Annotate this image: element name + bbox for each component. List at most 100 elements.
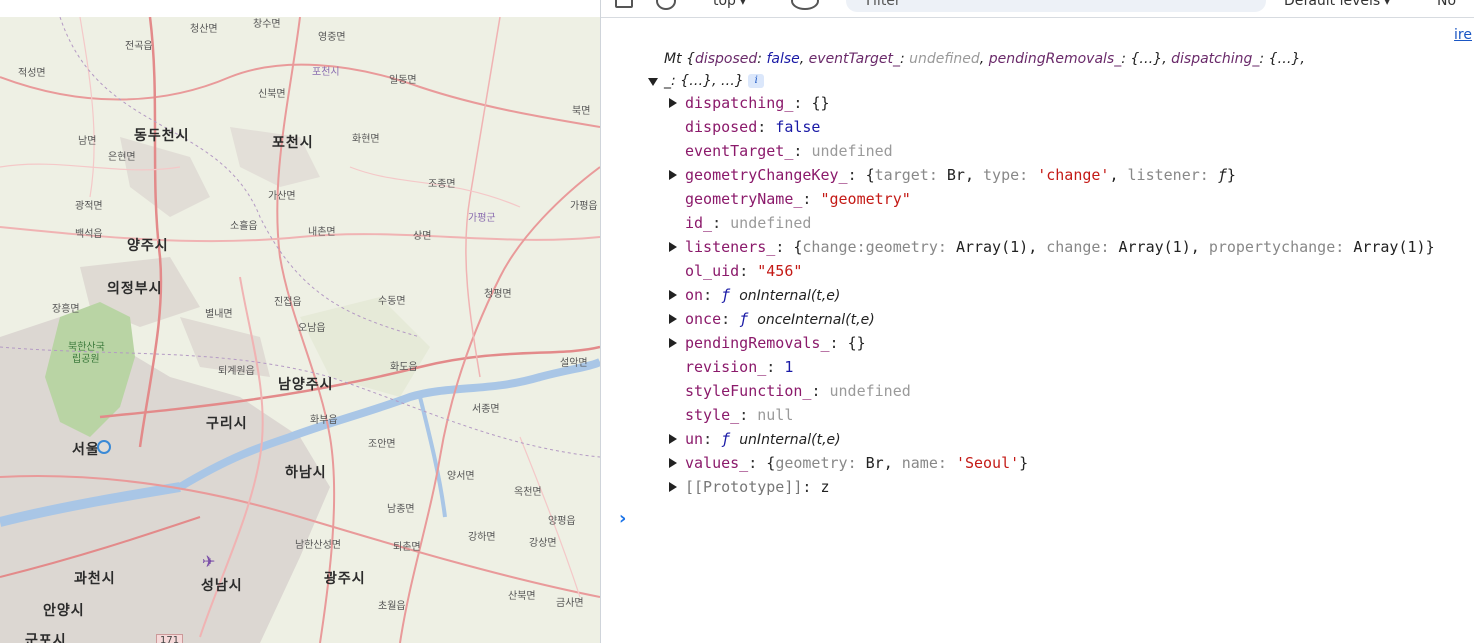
summary-value: {…}	[1130, 51, 1163, 67]
map-label-district: 수동면	[378, 296, 406, 307]
property-colon: :	[829, 334, 848, 352]
expand-triangle-icon[interactable]	[669, 434, 677, 444]
map-label-district: 화부읍	[310, 415, 338, 426]
property-key: id_	[685, 214, 713, 232]
sidebar-icon[interactable]	[615, 0, 633, 8]
map-label-district: 퇴계원읍	[218, 366, 255, 377]
property-row[interactable]: [[Prototype]]: z	[601, 476, 1474, 498]
property-key: styleFunction_	[685, 382, 812, 400]
map-label-district: 초월읍	[378, 601, 406, 612]
expand-triangle-icon[interactable]	[669, 458, 677, 468]
location-marker[interactable]	[97, 440, 111, 454]
property-colon: :	[703, 286, 722, 304]
context-selector[interactable]: top ▾	[713, 0, 745, 9]
map-label-district: 진접읍	[274, 297, 302, 308]
map-view[interactable]: 동두천시 포천시 양주시 의정부시 남양주시 구리시 서울 하남시 성남시 광주…	[0, 17, 600, 643]
summary-value: false	[766, 51, 800, 67]
property-row[interactable]: on: ƒ onInternal(t,e)	[601, 284, 1474, 306]
map-label-city: 의정부시	[107, 281, 163, 297]
expand-triangle-icon[interactable]	[669, 170, 677, 180]
property-row[interactable]: pendingRemovals_: {}	[601, 332, 1474, 354]
property-row: id_: undefined	[601, 212, 1474, 234]
map-label-park: 립공원	[72, 354, 100, 365]
map-label-district: 설악면	[560, 358, 588, 369]
object-summary-line-2[interactable]: _: {…}, …} i	[601, 70, 1474, 92]
preview-value: Array(1)	[955, 238, 1029, 256]
property-row[interactable]: geometryChangeKey_: {target: Br, type: '…	[601, 164, 1474, 186]
map-label-district: 강하면	[468, 532, 496, 543]
preview-key: propertychange	[1208, 238, 1336, 256]
console-prompt-chevron-icon[interactable]: ›	[619, 508, 626, 529]
property-key: once	[685, 310, 722, 328]
dropdown-chevron-icon: ▾	[740, 0, 746, 8]
map-label-city: 군포시	[25, 633, 67, 643]
expand-triangle-icon[interactable]	[669, 314, 677, 324]
map-label-district: 퇴촌면	[393, 542, 421, 553]
summary-key: pendingRemovals_	[988, 51, 1122, 67]
expand-triangle-icon[interactable]	[669, 482, 677, 492]
expand-triangle-icon[interactable]	[669, 242, 677, 252]
map-label-district: 백석읍	[75, 229, 103, 240]
map-label-district: 남종면	[387, 504, 415, 515]
map-label-city: 구리시	[206, 416, 248, 432]
property-row[interactable]: once: ƒ onceInternal(t,e)	[601, 308, 1474, 330]
preview-brace: }	[1226, 166, 1236, 184]
preview-key: name	[901, 454, 938, 472]
map-label-city: 안양시	[43, 603, 85, 619]
issues-button[interactable]: No	[1437, 0, 1456, 9]
property-colon: :	[847, 166, 866, 184]
property-key: pendingRemovals_	[685, 334, 830, 352]
map-label-city: 성남시	[201, 578, 243, 594]
map-label-district: 신북면	[258, 89, 286, 100]
property-row[interactable]: values_: {geometry: Br, name: 'Seoul'}	[601, 452, 1474, 474]
property-colon: :	[712, 214, 731, 232]
log-levels-dropdown[interactable]: Default levels ▾	[1284, 0, 1390, 9]
clear-console-icon[interactable]	[656, 0, 676, 10]
function-signature: onInternal(t,e)	[739, 288, 841, 304]
map-label-city: 포천시	[272, 135, 314, 151]
preview-key: change	[1046, 238, 1101, 256]
map-label-district: 내촌면	[308, 227, 336, 238]
expand-triangle-icon[interactable]	[669, 290, 677, 300]
source-link[interactable]: ire	[1454, 27, 1472, 43]
property-key: geometryName_	[685, 190, 803, 208]
property-value: "geometry"	[820, 190, 911, 208]
map-label-district: 조안면	[368, 439, 396, 450]
property-colon: :	[793, 142, 812, 160]
map-label-district: 상면	[413, 231, 432, 242]
preview-brace: {	[766, 454, 776, 472]
property-colon: :	[703, 430, 722, 448]
property-colon: :	[757, 118, 776, 136]
property-colon: :	[766, 358, 785, 376]
property-colon: :	[802, 478, 821, 496]
map-label-district: 별내면	[205, 309, 233, 320]
filter-input[interactable]: Filter	[846, 0, 1266, 12]
preview-key: target	[874, 166, 929, 184]
object-summary-line[interactable]: Mt {disposed: false, eventTarget_: undef…	[664, 48, 1305, 70]
property-row[interactable]: dispatching_: {}	[601, 92, 1474, 114]
map-label-district: 청산면	[190, 24, 218, 35]
map-label-district: 남면	[78, 136, 97, 147]
summary-key: dispatching_	[1171, 51, 1260, 67]
map-label-district: 은현면	[108, 152, 136, 163]
collapse-triangle-icon[interactable]	[648, 78, 658, 86]
property-key: revision_	[685, 358, 767, 376]
map-label-district: 영중면	[318, 32, 346, 43]
expand-triangle-icon[interactable]	[669, 338, 677, 348]
property-row: ol_uid: "456"	[601, 260, 1474, 282]
eye-icon[interactable]	[791, 0, 819, 10]
map-label-district: 포천시	[312, 67, 340, 78]
summary-value: undefined	[909, 51, 980, 67]
map-label-district: 북면	[572, 106, 591, 117]
map-label-district: 서종면	[472, 404, 500, 415]
map-label-district: 장흥면	[52, 304, 80, 315]
property-row[interactable]: un: ƒ unInternal(t,e)	[601, 428, 1474, 450]
info-icon[interactable]: i	[748, 74, 765, 88]
expand-triangle-icon[interactable]	[669, 98, 677, 108]
property-row: geometryName_: "geometry"	[601, 188, 1474, 210]
property-row[interactable]: listeners_: {change:geometry: Array(1), …	[601, 236, 1474, 258]
property-key: disposed	[685, 118, 758, 136]
preview-key: change:geometry	[802, 238, 938, 256]
function-signature: unInternal(t,e)	[739, 432, 841, 448]
summary-key: eventTarget_	[808, 51, 900, 67]
